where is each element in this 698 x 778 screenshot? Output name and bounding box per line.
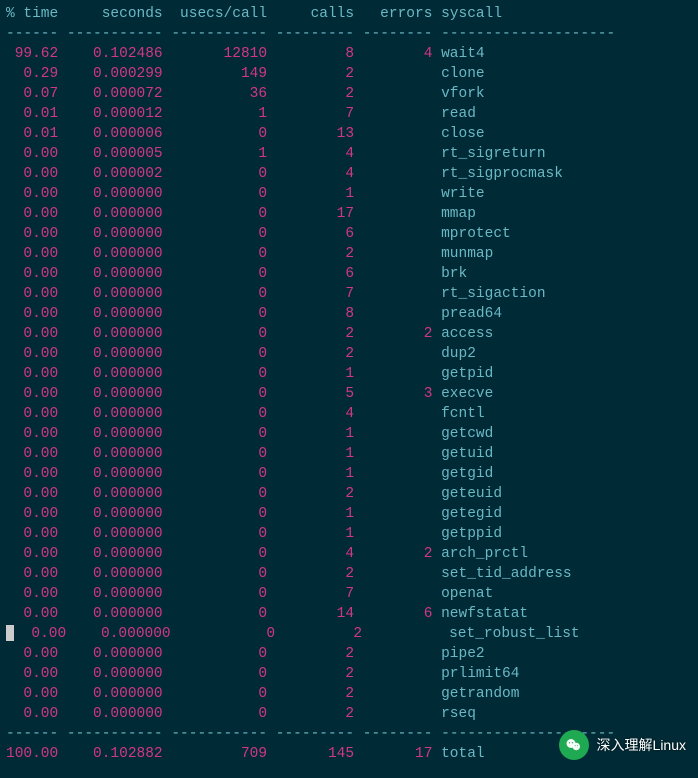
table-row: 0.01 0.000006 0 13 close [6,124,692,144]
table-row: 0.00 0.000000 0 2 rseq [6,704,692,724]
table-row: 0.00 0.000000 0 2 set_tid_address [6,564,692,584]
table-row: 0.00 0.000000 0 2 munmap [6,244,692,264]
table-row: 0.01 0.000012 1 7 read [6,104,692,124]
table-row: 0.00 0.000000 0 2 prlimit64 [6,664,692,684]
table-row: 0.00 0.000000 0 1 write [6,184,692,204]
table-row: 0.00 0.000000 0 5 3 execve [6,384,692,404]
table-row: 0.00 0.000000 0 6 mprotect [6,224,692,244]
table-row: 0.00 0.000000 0 2 pipe2 [6,644,692,664]
table-row: 0.00 0.000000 0 1 getpid [6,364,692,384]
table-row: 0.00 0.000000 0 2 2 access [6,324,692,344]
table-row: 0.00 0.000000 0 8 pread64 [6,304,692,324]
terminal-cursor [6,625,14,641]
table-row: 0.00 0.000000 0 7 rt_sigaction [6,284,692,304]
table-row: 0.00 0.000000 0 17 mmap [6,204,692,224]
table-row: 99.62 0.102486 12810 8 4 wait4 [6,44,692,64]
table-row: 0.00 0.000000 0 2 dup2 [6,344,692,364]
watermark-text: 深入理解Linux [597,735,686,755]
table-row: 0.00 0.000000 0 2 set_robust_list [6,624,692,644]
table-row: 0.00 0.000000 0 4 fcntl [6,404,692,424]
header-row: % time seconds usecs/call calls errors s… [6,4,692,24]
table-row: 0.00 0.000000 0 7 openat [6,584,692,604]
table-row: 0.00 0.000000 0 4 2 arch_prctl [6,544,692,564]
table-row: 0.00 0.000000 0 1 getgid [6,464,692,484]
table-row: 0.29 0.000299 149 2 clone [6,64,692,84]
table-row: 0.00 0.000000 0 1 getcwd [6,424,692,444]
table-row: 0.00 0.000000 0 6 brk [6,264,692,284]
wechat-icon [559,730,589,760]
separator-row: ------ ----------- ----------- ---------… [6,24,692,44]
table-row: 0.00 0.000005 1 4 rt_sigreturn [6,144,692,164]
table-row: 0.00 0.000000 0 1 getppid [6,524,692,544]
table-row: 0.00 0.000000 0 14 6 newfstatat [6,604,692,624]
table-row: 0.00 0.000000 0 1 getuid [6,444,692,464]
table-row: 0.00 0.000000 0 1 getegid [6,504,692,524]
watermark: 深入理解Linux [559,730,686,760]
terminal-output: % time seconds usecs/call calls errors s… [0,0,698,768]
table-row: 0.00 0.000000 0 2 getrandom [6,684,692,704]
table-row: 0.00 0.000000 0 2 geteuid [6,484,692,504]
table-row: 0.07 0.000072 36 2 vfork [6,84,692,104]
table-row: 0.00 0.000002 0 4 rt_sigprocmask [6,164,692,184]
